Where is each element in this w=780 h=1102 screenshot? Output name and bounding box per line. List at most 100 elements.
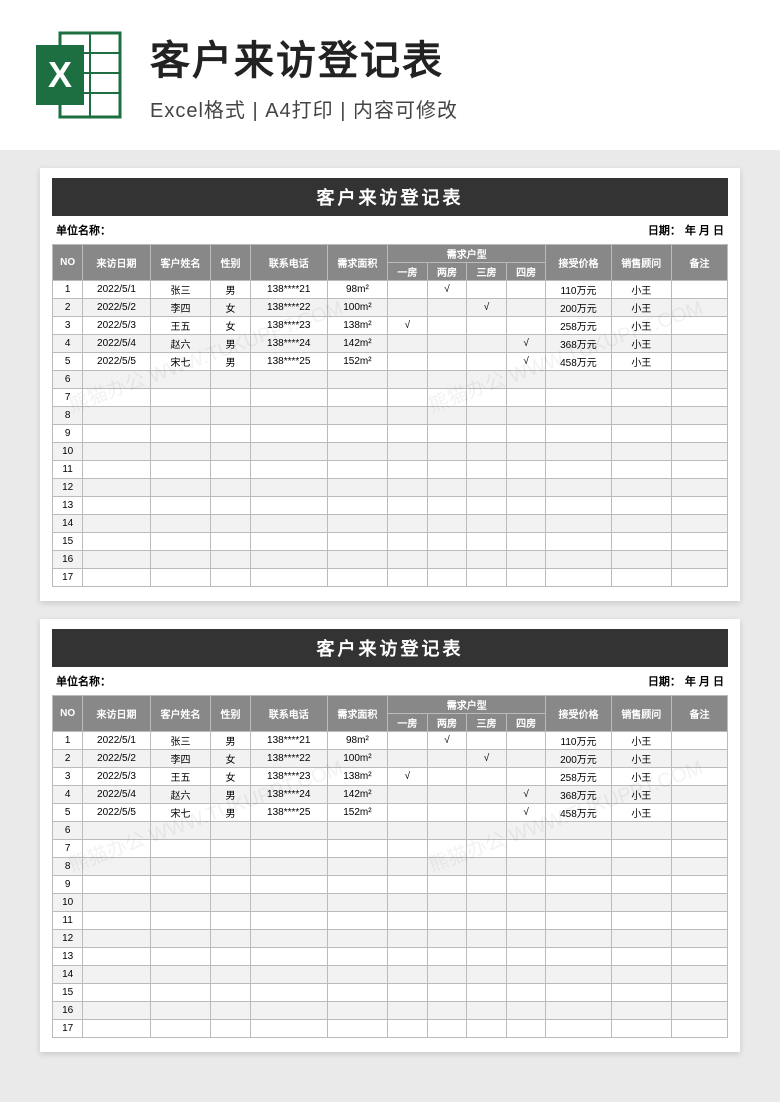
cell-phone <box>250 569 327 587</box>
cell-r3 <box>467 984 507 1002</box>
cell-gender <box>211 551 251 569</box>
cell-note <box>672 551 728 569</box>
cell-area <box>327 479 388 497</box>
cell-price: 258万元 <box>546 317 611 335</box>
cell-r3 <box>467 407 507 425</box>
cell-note <box>672 966 728 984</box>
cell-area: 100m² <box>327 299 388 317</box>
cell-phone: 138****25 <box>250 804 327 822</box>
cell-r1 <box>388 876 428 894</box>
cell-no: 3 <box>53 317 83 335</box>
cell-r3 <box>467 768 507 786</box>
cell-date <box>83 822 151 840</box>
cell-r1 <box>388 894 428 912</box>
cell-sales <box>611 822 672 840</box>
th-sales: 销售顾问 <box>611 245 672 281</box>
cell-sales <box>611 876 672 894</box>
cell-area <box>327 912 388 930</box>
cell-no: 1 <box>53 732 83 750</box>
cell-area: 138m² <box>327 317 388 335</box>
cell-r1 <box>388 822 428 840</box>
cell-sales <box>611 425 672 443</box>
cell-no: 15 <box>53 984 83 1002</box>
cell-price <box>546 966 611 984</box>
cell-date <box>83 966 151 984</box>
cell-note <box>672 497 728 515</box>
table-row: 9 <box>53 876 728 894</box>
cell-note <box>672 876 728 894</box>
cell-gender <box>211 876 251 894</box>
cell-sales <box>611 858 672 876</box>
cell-name <box>150 876 211 894</box>
cell-area <box>327 569 388 587</box>
cell-no: 13 <box>53 497 83 515</box>
cell-phone <box>250 443 327 461</box>
cell-r3 <box>467 912 507 930</box>
cell-phone <box>250 858 327 876</box>
cell-sales <box>611 497 672 515</box>
cell-r4 <box>506 840 546 858</box>
cell-note <box>672 425 728 443</box>
cell-price <box>546 894 611 912</box>
cell-phone <box>250 371 327 389</box>
banner-text: 客户来访登记表 Excel格式 | A4打印 | 内容可修改 <box>150 28 750 123</box>
table-row: 14 <box>53 966 728 984</box>
cell-phone <box>250 912 327 930</box>
cell-gender <box>211 984 251 1002</box>
cell-r1 <box>388 858 428 876</box>
cell-r4 <box>506 876 546 894</box>
cell-r3 <box>467 479 507 497</box>
th-price: 接受价格 <box>546 696 611 732</box>
cell-r3 <box>467 551 507 569</box>
cell-r3 <box>467 948 507 966</box>
cell-r2 <box>427 750 467 768</box>
date-label: 日期： <box>648 222 681 238</box>
cell-area <box>327 840 388 858</box>
cell-name <box>150 479 211 497</box>
cell-r2 <box>427 353 467 371</box>
cell-no: 8 <box>53 407 83 425</box>
cell-r4 <box>506 551 546 569</box>
cell-date <box>83 912 151 930</box>
cell-note <box>672 479 728 497</box>
cell-phone <box>250 822 327 840</box>
cell-r2 <box>427 371 467 389</box>
cell-r4 <box>506 389 546 407</box>
cell-phone <box>250 551 327 569</box>
cell-gender <box>211 425 251 443</box>
cell-r3 <box>467 389 507 407</box>
cell-r1: √ <box>388 768 428 786</box>
cell-note <box>672 299 728 317</box>
table-row: 17 <box>53 1020 728 1038</box>
cell-no: 2 <box>53 750 83 768</box>
cell-r2 <box>427 786 467 804</box>
cell-r4 <box>506 966 546 984</box>
cell-date <box>83 569 151 587</box>
cell-date: 2022/5/3 <box>83 317 151 335</box>
cell-sales <box>611 515 672 533</box>
cell-r4 <box>506 479 546 497</box>
banner-subtitle: Excel格式 | A4打印 | 内容可修改 <box>150 94 750 123</box>
cell-no: 10 <box>53 443 83 461</box>
th-no: NO <box>53 696 83 732</box>
cell-phone: 138****21 <box>250 281 327 299</box>
cell-area <box>327 876 388 894</box>
cell-no: 17 <box>53 569 83 587</box>
th-room1: 一房 <box>388 263 428 281</box>
cell-r4 <box>506 750 546 768</box>
cell-r2 <box>427 876 467 894</box>
cell-area <box>327 515 388 533</box>
cell-note <box>672 822 728 840</box>
cell-gender <box>211 407 251 425</box>
cell-r2 <box>427 930 467 948</box>
date-suffix: 年 月 日 <box>685 222 724 238</box>
cell-area: 142m² <box>327 335 388 353</box>
cell-area <box>327 461 388 479</box>
cell-r2 <box>427 966 467 984</box>
cell-area: 138m² <box>327 768 388 786</box>
th-note: 备注 <box>672 696 728 732</box>
cell-note <box>672 804 728 822</box>
cell-r3 <box>467 876 507 894</box>
cell-sales <box>611 966 672 984</box>
cell-no: 7 <box>53 840 83 858</box>
